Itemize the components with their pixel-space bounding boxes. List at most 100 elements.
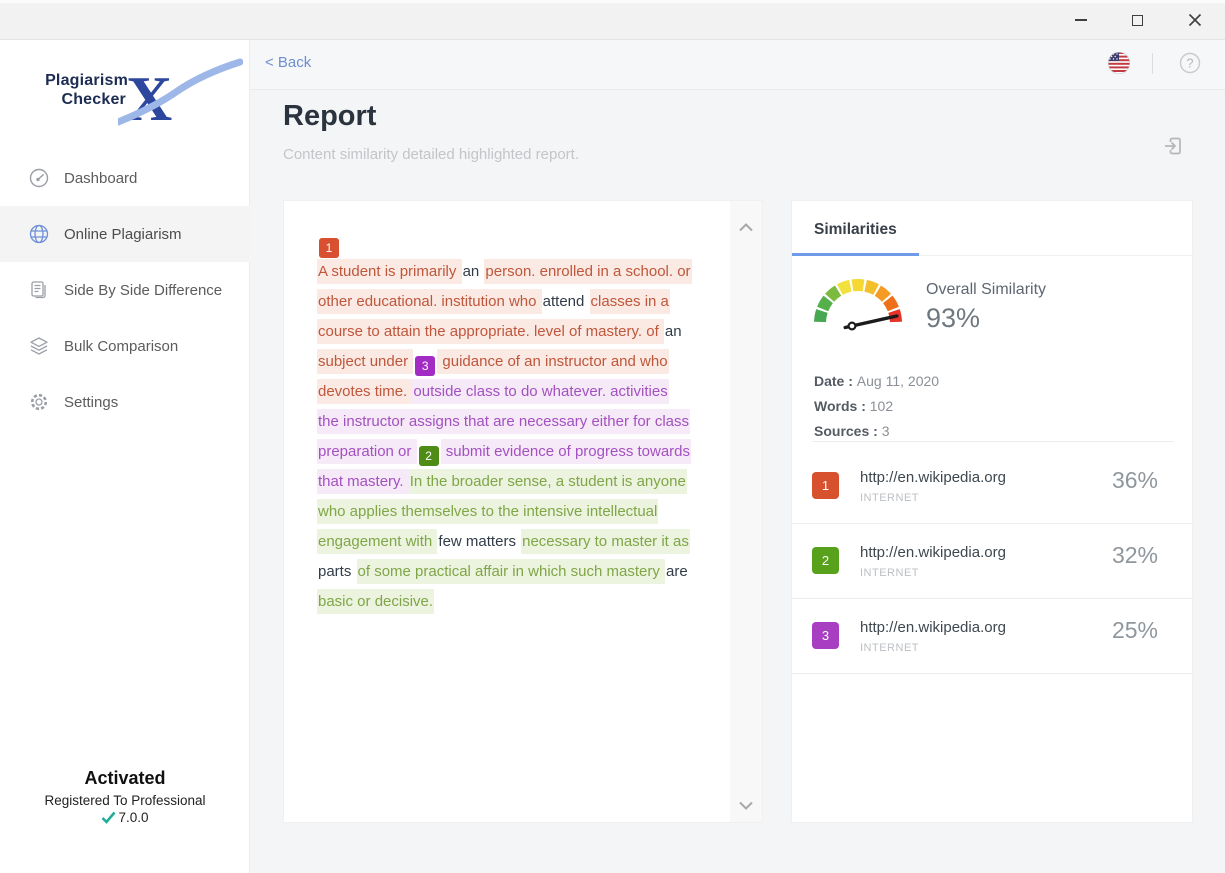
report-meta: Date : Aug 11, 2020Words : 102Sources : … [814, 373, 939, 448]
meta-label: Sources : [814, 423, 882, 439]
meta-value: 102 [870, 398, 893, 414]
document-line: that mastery. In the broader sense, a st… [317, 467, 715, 497]
document-line: the instructor assigns that are necessar… [317, 407, 715, 437]
tab-active-underline [792, 253, 919, 256]
document-line: course to attain the appropriate. level … [317, 317, 715, 347]
activation-info: Activated Registered To Professional 7.0… [0, 768, 250, 825]
similarities-panel: Similarities Overall Similarity 93% Date… [791, 200, 1193, 823]
source-marker-badge-1[interactable]: 1 [319, 238, 339, 258]
document-line: preparation or 2 submit evidence of prog… [317, 437, 715, 467]
sidebar-item-settings[interactable]: Settings [0, 374, 250, 430]
highlighted-text-segment: person. enrolled in a school. or [484, 259, 691, 284]
scroll-up-icon[interactable] [738, 219, 754, 229]
source-percent: 36% [1112, 467, 1158, 494]
source-url-link[interactable]: http://en.wikipedia.org [860, 544, 1006, 561]
version-number: 7.0.0 [118, 810, 148, 825]
source-type-label: INTERNET [860, 567, 919, 579]
top-bar: < Back [250, 40, 1225, 90]
meta-value: 3 [882, 423, 890, 439]
sidebar-item-dashboard[interactable]: Dashboard [0, 150, 250, 206]
plain-text-segment: few matters [437, 529, 521, 554]
document-scrollbar[interactable] [730, 201, 762, 822]
document-line: parts of some practical affair in which … [317, 557, 715, 587]
highlighted-text-segment: guidance of an instructor and who [437, 349, 668, 374]
app-logo: X Plagiarism Checker [38, 62, 213, 130]
source-number-badge: 2 [812, 547, 839, 574]
source-url-link[interactable]: http://en.wikipedia.org [860, 619, 1006, 636]
highlighted-text-segment: the instructor assigns that are necessar… [317, 409, 690, 434]
svg-text:?: ? [1187, 57, 1194, 71]
source-type-label: INTERNET [860, 492, 919, 504]
logo-x-mark: X [118, 58, 243, 137]
highlighted-text-segment: of some practical affair in which such m… [357, 559, 666, 584]
highlighted-text-segment: submit evidence of progress towards [441, 439, 691, 464]
document-line: basic or decisive. [317, 587, 715, 617]
document-line: A student is primarily an person. enroll… [317, 257, 715, 287]
sidebar-item-label: Side By Side Difference [64, 282, 222, 299]
close-button[interactable] [1172, 0, 1218, 40]
minimize-icon [1075, 19, 1087, 21]
logo-line1: Plagiarism [38, 71, 128, 90]
document-line: devotes time. outside class to do whatev… [317, 377, 715, 407]
document-line: 1 [317, 231, 715, 257]
activation-status: Activated [0, 768, 250, 789]
highlighted-text-segment: other educational. institution who [317, 289, 542, 314]
plain-text-segment: attend [542, 289, 590, 314]
app-window: X Plagiarism Checker Dashboard Online Pla… [0, 0, 1225, 873]
highlighted-text-segment: classes in a [590, 289, 670, 314]
dashboard-icon [28, 167, 50, 189]
title-bar [0, 0, 1225, 40]
sidebar-item-online-plagiarism[interactable]: Online Plagiarism [0, 206, 250, 262]
highlighted-text-segment: A student is primarily [317, 259, 462, 284]
close-icon [1188, 13, 1202, 27]
highlighted-text-segment: subject under [317, 349, 413, 374]
highlighted-text-segment: who applies themselves to the intensive … [317, 499, 658, 524]
sidebar: X Plagiarism Checker Dashboard Online Pla… [0, 40, 250, 873]
tab-similarities[interactable]: Similarities [814, 221, 897, 239]
maximize-icon [1132, 15, 1143, 26]
highlighted-text-segment: course to attain the appropriate. level … [317, 319, 664, 344]
help-icon[interactable]: ? [1179, 52, 1201, 74]
sidebar-item-bulk-comparison[interactable]: Bulk Comparison [0, 318, 250, 374]
maximize-button[interactable] [1114, 0, 1160, 40]
globe-icon [28, 223, 50, 245]
source-marker-badge-3[interactable]: 3 [415, 356, 435, 376]
source-url-link[interactable]: http://en.wikipedia.org [860, 469, 1006, 486]
source-marker-badge-2[interactable]: 2 [419, 446, 439, 466]
overall-similarity-value: 93% [926, 303, 980, 334]
highlighted-text-segment: preparation or [317, 439, 417, 464]
settings-icon [28, 391, 50, 413]
source-number-badge: 1 [812, 472, 839, 499]
source-type-label: INTERNET [860, 642, 919, 654]
sources-list: 1 http://en.wikipedia.org INTERNET 36% 2 http… [792, 449, 1194, 674]
meta-row: Words : 102 [814, 398, 939, 414]
page-subtitle: Content similarity detailed highlighted … [283, 146, 579, 163]
back-link[interactable]: < Back [265, 54, 311, 71]
sidebar-item-label: Dashboard [64, 170, 137, 187]
highlighted-text-segment: that mastery. [317, 469, 409, 494]
document-line: engagement with few matters necessary to… [317, 527, 715, 557]
logo-text: Plagiarism Checker [38, 71, 128, 109]
document-line: subject under 3 guidance of an instructo… [317, 347, 715, 377]
plain-text-segment: parts [317, 559, 357, 584]
meta-label: Date : [814, 373, 857, 389]
minimize-button[interactable] [1058, 0, 1104, 40]
overall-similarity-label: Overall Similarity [926, 281, 1046, 299]
highlighted-text-segment: engagement with [317, 529, 437, 554]
bulk-comparison-icon [28, 335, 50, 357]
source-percent: 25% [1112, 617, 1158, 644]
highlighted-text-segment: outside class to do whatever. activities [412, 379, 668, 404]
document-line: other educational. institution who atten… [317, 287, 715, 317]
topbar-divider [1152, 53, 1153, 74]
meta-row: Sources : 3 [814, 423, 939, 439]
scroll-down-icon[interactable] [738, 798, 754, 808]
page-title: Report [283, 100, 376, 133]
language-flag-icon[interactable] [1107, 51, 1131, 75]
sidebar-item-label: Settings [64, 394, 118, 411]
source-row: 3http://en.wikipedia.orgINTERNET25% [792, 599, 1194, 674]
export-report-icon[interactable] [1161, 134, 1185, 158]
check-icon [101, 811, 116, 824]
highlighted-text-segment: basic or decisive. [317, 589, 434, 614]
sidebar-item-side-by-side-difference[interactable]: Side By Side Difference [0, 262, 250, 318]
activation-registered: Registered To Professional [0, 793, 250, 808]
